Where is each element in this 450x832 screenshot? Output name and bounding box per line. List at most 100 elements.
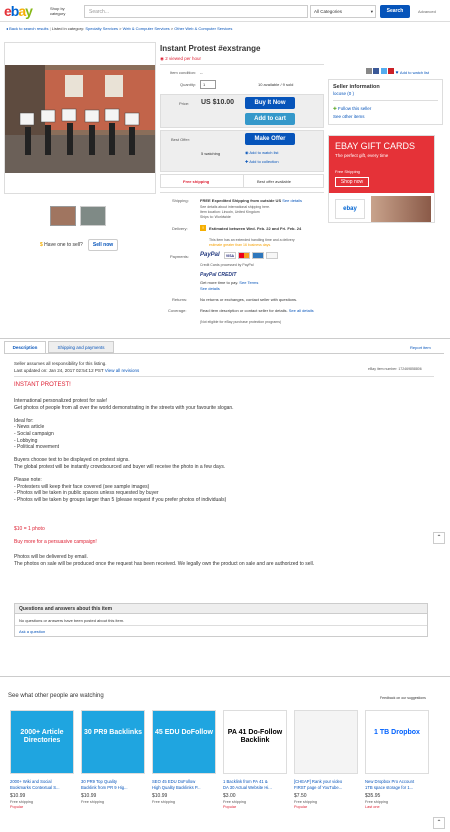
facebook-icon[interactable] — [373, 68, 380, 74]
watch-item[interactable]: 2000+ Article Directories 2000+ Wiki and … — [10, 710, 76, 820]
returns-text: No returns or exchanges, contact seller … — [200, 297, 298, 302]
watch-item-tag: Popular — [294, 805, 308, 809]
see-terms-link[interactable]: See Terms — [239, 280, 258, 285]
description-footer: Photos will be delivered by email. The ph… — [14, 554, 434, 568]
add-collection-link[interactable]: ✚ Add to collection — [245, 159, 279, 164]
shop-by-category[interactable]: Shop by category — [50, 6, 78, 16]
item-number: eBay item number: 172469858806 — [368, 367, 422, 371]
header: ebay Shop by category Search... All Cate… — [0, 0, 450, 22]
description-line: Photos will be delivered by email. — [14, 554, 88, 560]
watch-item-shipping: Free shipping — [152, 800, 176, 804]
category-select[interactable]: All Categories ▾ — [310, 5, 376, 18]
back-to-results-link[interactable]: Back to search results — [9, 26, 48, 31]
crumb-1[interactable]: Specialty Services — [85, 26, 118, 31]
search-button[interactable]: Search — [380, 5, 410, 18]
watch-item-shipping: Free shipping — [81, 800, 105, 804]
watch-item[interactable]: PA 41 Do-Follow Backlink 1 Backlink from … — [223, 710, 289, 820]
watch-item-title-1: [CHEAP] Rank your video — [294, 779, 343, 784]
add-to-cart-button[interactable]: Add to cart — [245, 113, 295, 125]
watch-item-image-text: 45 EDU DoFollow — [155, 729, 213, 736]
add-watch-list-link[interactable]: ◉ Add to watch list — [245, 150, 279, 155]
viewed-per-hour: ◉ 2 viewed per hour — [160, 56, 201, 62]
advanced-link[interactable]: Advanced — [418, 9, 436, 14]
back-to-top-top[interactable]: ⌃ — [433, 532, 445, 544]
ad-free-shipping: Free Shipping — [335, 169, 360, 174]
buy-it-now-button[interactable]: Buy It Now — [245, 97, 295, 109]
watch-item[interactable]: 45 EDU DoFollow SEO 45 EDU DoFollow High Q… — [152, 710, 218, 820]
feedback-suggestions[interactable]: Feedback on our suggestions — [380, 696, 426, 700]
watching-count: 5 watching — [201, 151, 221, 156]
see-other-items[interactable]: See other items — [333, 114, 365, 119]
ad-shop-now-button[interactable]: Shop now — [335, 177, 369, 187]
view-revisions-link[interactable]: View all revisions — [105, 368, 139, 373]
watch-item-title-2: FIRST page of YouTube... — [294, 785, 343, 790]
watch-item-title-2: Bookmarks Contextual S... — [10, 785, 60, 790]
main-photo[interactable] — [4, 42, 156, 194]
watch-item-image: PA 41 Do-Follow Backlink — [223, 710, 287, 774]
watch-item[interactable]: 30 PR9 Backlinks 30 PR9 Top Quality Backli… — [81, 710, 147, 820]
shipping-offer-strip: Free shipping Best offer available — [160, 174, 324, 188]
ask-question-link[interactable]: Ask a question — [19, 629, 45, 634]
email-icon[interactable] — [366, 68, 372, 74]
quantity-input[interactable]: 1 — [200, 80, 216, 89]
description-line: - Lobbying — [14, 437, 38, 444]
crumb-3[interactable]: Other Web & Computer Services — [174, 26, 232, 31]
watch-item[interactable]: 1 TB Dropbox New Dropbox Pro Account 1TB s… — [365, 710, 431, 820]
watch-item-price: $7.50 — [294, 793, 307, 799]
condition-label: Item condition: — [169, 70, 196, 75]
thumbnail-1[interactable] — [50, 206, 76, 226]
share-icons: ♥ Add to watch list — [366, 68, 429, 76]
search-input[interactable]: Search... — [84, 5, 308, 18]
shipping-sub2: Item location: Lincoln, United Kingdom — [200, 210, 260, 214]
thumbnail-2[interactable] — [80, 206, 106, 226]
category-label: All Categories — [314, 9, 343, 14]
watch-item-title-1: SEO 45 EDU DoFollow — [152, 779, 196, 784]
description-line: - Social campaign — [14, 430, 54, 437]
sell-now-button[interactable]: Sell now — [88, 239, 118, 251]
price-value: US $10.00 — [201, 99, 235, 106]
twitter-icon[interactable] — [380, 68, 387, 74]
watch-item-price: $10.99 — [152, 793, 168, 799]
follow-seller[interactable]: ✚ Follow this seller — [333, 106, 371, 112]
crumb-2[interactable]: Web & Computer Services — [123, 26, 170, 31]
seller-name[interactable]: locose (0 ) — [333, 91, 354, 96]
watch-item-price: $3.00 — [223, 793, 236, 799]
coverage-value: Read item description or contact seller … — [200, 308, 288, 313]
seller-assumes: Seller assumes all responsibility for th… — [14, 361, 107, 366]
delivery-label: Delivery: — [172, 226, 188, 231]
make-offer-button[interactable]: Make Offer — [245, 133, 295, 145]
delivery-sub2: estimate greater than 16 business days. — [209, 243, 272, 247]
payments-see-details[interactable]: See details — [200, 286, 220, 291]
add-to-watch-list-top[interactable]: Add to watch list — [400, 70, 429, 75]
watch-item-image-text: 2000+ Article Directories — [20, 729, 64, 744]
watch-item-title-1: New Dropbox Pro Account — [365, 779, 415, 784]
shipping-see-details[interactable]: See details — [282, 198, 302, 203]
pinterest-icon[interactable] — [388, 68, 395, 74]
watch-item-image-text: 30 PR9 Backlinks — [84, 729, 142, 736]
ebay-logo[interactable]: ebay — [4, 3, 33, 19]
tab-shipping-payments[interactable]: Shipping and payments — [48, 341, 114, 353]
breadcrumb: ◂ Back to search results | Listed in cat… — [6, 26, 233, 31]
watch-item-shipping: Free shipping — [223, 800, 247, 804]
description-line — [14, 411, 434, 418]
description-line: - Protesters will keep their face covere… — [14, 483, 150, 490]
watch-item[interactable]: [CHEAP] Rank your video FIRST page of You… — [294, 710, 360, 820]
price-line: $10 = 1 photo — [14, 526, 45, 532]
tab-description[interactable]: Description — [4, 341, 46, 353]
shipping-text: FREE Expedited Shipping from outside US … — [200, 198, 324, 203]
credit-note: Credit Cards processed by PayPal — [200, 263, 254, 267]
quantity-label: Quantity: — [179, 82, 196, 87]
delivery-sub1: This item has an extended handling time … — [209, 238, 295, 242]
coverage-text: Read item description or contact seller … — [200, 308, 324, 313]
get-more-text: Get more time to pay. — [200, 280, 239, 285]
ad-photo — [371, 196, 431, 222]
gift-card-ad[interactable]: EBAY GIFT CARDS The perfect gift, every … — [328, 135, 435, 223]
coverage-label: Coverage: — [168, 308, 187, 313]
condition-value: -- — [200, 70, 203, 75]
report-item-link[interactable]: Report item — [410, 345, 431, 350]
description-line: - Political movement — [14, 444, 60, 451]
coverage-see-all[interactable]: See all details — [289, 308, 314, 313]
back-to-top-bottom[interactable]: ⌃ — [433, 817, 445, 829]
watch-item-title-2: DA 30 Actual Website Hi... — [223, 785, 272, 790]
description-line — [14, 471, 434, 478]
